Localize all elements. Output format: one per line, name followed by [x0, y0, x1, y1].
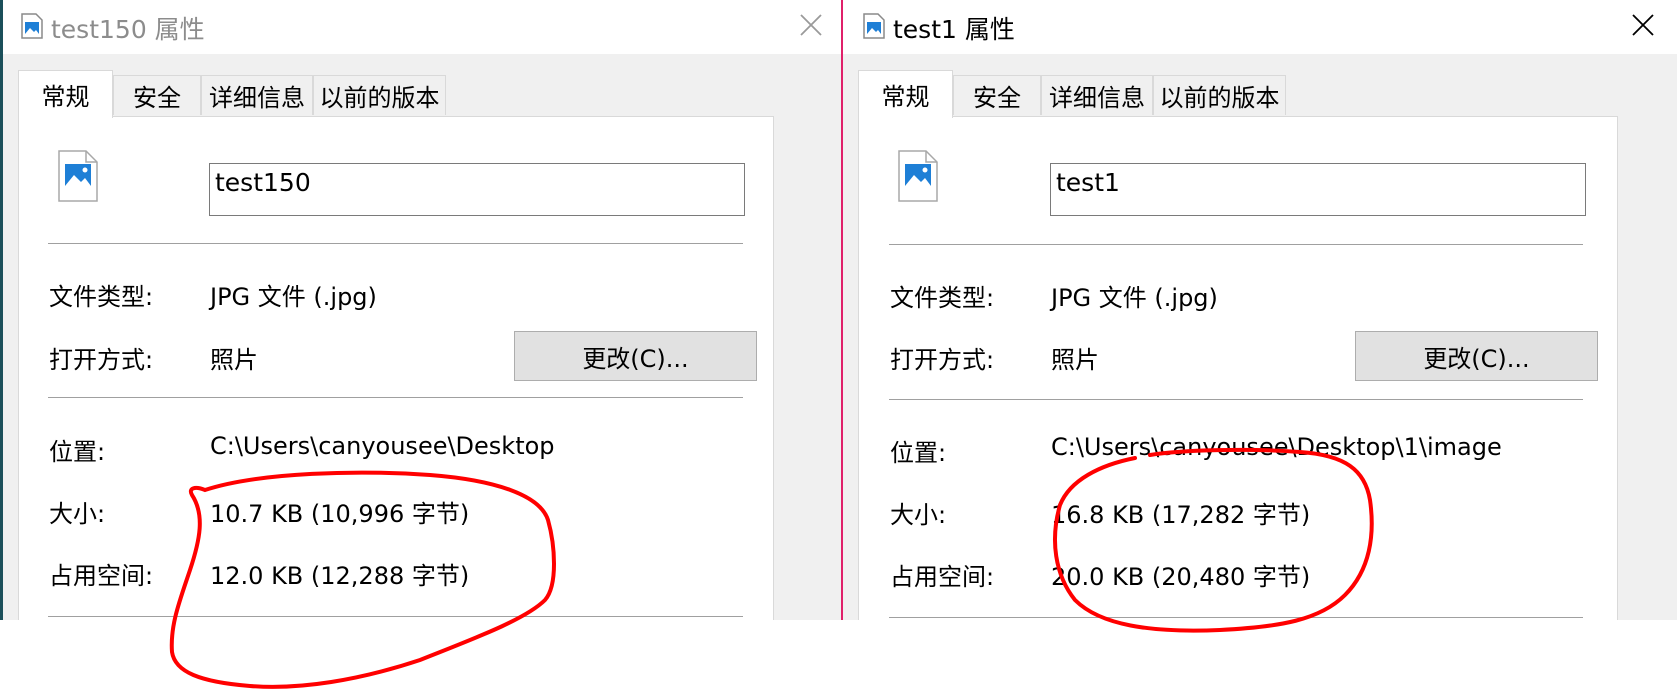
file-type-value: JPG 文件 (.jpg): [210, 283, 377, 311]
jpg-file-icon: [898, 150, 938, 206]
tab-general[interactable]: 常规: [858, 70, 953, 118]
tab-details[interactable]: 详细信息: [201, 75, 313, 115]
size-on-disk-value: 12.0 KB (12,288 字节): [210, 562, 470, 590]
image-file-icon: [863, 13, 885, 43]
open-with-value: 照片: [210, 346, 258, 374]
open-with-label: 打开方式:: [890, 346, 995, 374]
separator: [48, 243, 743, 244]
window-title: test1 属性: [893, 15, 1015, 44]
close-icon: [800, 14, 822, 40]
size-value: 16.8 KB (17,282 字节): [1051, 501, 1311, 529]
close-button[interactable]: [789, 10, 833, 44]
size-on-disk-label: 占用空间:: [49, 562, 154, 590]
close-icon: [1632, 14, 1654, 40]
size-on-disk-label: 占用空间:: [890, 563, 995, 591]
open-with-value: 照片: [1051, 346, 1099, 374]
location-value: C:\Users\canyousee\Desktop: [210, 432, 555, 460]
file-type-label: 文件类型:: [49, 283, 154, 311]
tab-previous-versions[interactable]: 以前的版本: [1153, 75, 1286, 115]
close-button[interactable]: [1621, 10, 1665, 44]
change-button[interactable]: 更改(C)...: [514, 331, 757, 381]
size-label: 大小:: [890, 501, 947, 529]
separator: [889, 617, 1583, 618]
size-value: 10.7 KB (10,996 字节): [210, 500, 470, 528]
image-file-icon: [21, 13, 43, 43]
filename-field[interactable]: test1: [1050, 163, 1586, 216]
properties-dialog-test150: test150 属性 常规 安全 详细信息 以前的版本 test150 文件类型…: [0, 0, 841, 620]
file-type-value: JPG 文件 (.jpg): [1051, 284, 1218, 312]
location-value: C:\Users\canyousee\Desktop\1\image: [1051, 433, 1502, 461]
tab-details[interactable]: 详细信息: [1041, 75, 1153, 115]
size-label: 大小:: [49, 500, 106, 528]
location-label: 位置:: [890, 439, 947, 467]
location-label: 位置:: [49, 438, 106, 466]
properties-dialog-test1: test1 属性 常规 安全 详细信息 以前的版本 test1 文件类型: JP…: [841, 0, 1677, 620]
tab-security[interactable]: 安全: [113, 75, 201, 115]
change-button[interactable]: 更改(C)...: [1355, 331, 1598, 381]
file-type-label: 文件类型:: [890, 284, 995, 312]
tab-previous-versions[interactable]: 以前的版本: [313, 75, 446, 115]
window-title: test150 属性: [51, 15, 205, 44]
separator: [889, 399, 1583, 400]
filename-field[interactable]: test150: [209, 163, 745, 216]
jpg-file-icon: [58, 150, 98, 206]
separator: [48, 616, 743, 617]
open-with-label: 打开方式:: [49, 346, 154, 374]
separator: [48, 397, 743, 398]
tab-security[interactable]: 安全: [953, 75, 1041, 115]
tab-general[interactable]: 常规: [18, 70, 113, 118]
title-bar: test1 属性: [843, 0, 1677, 54]
size-on-disk-value: 20.0 KB (20,480 字节): [1051, 563, 1311, 591]
separator: [889, 244, 1583, 245]
title-bar: test150 属性: [3, 0, 841, 54]
